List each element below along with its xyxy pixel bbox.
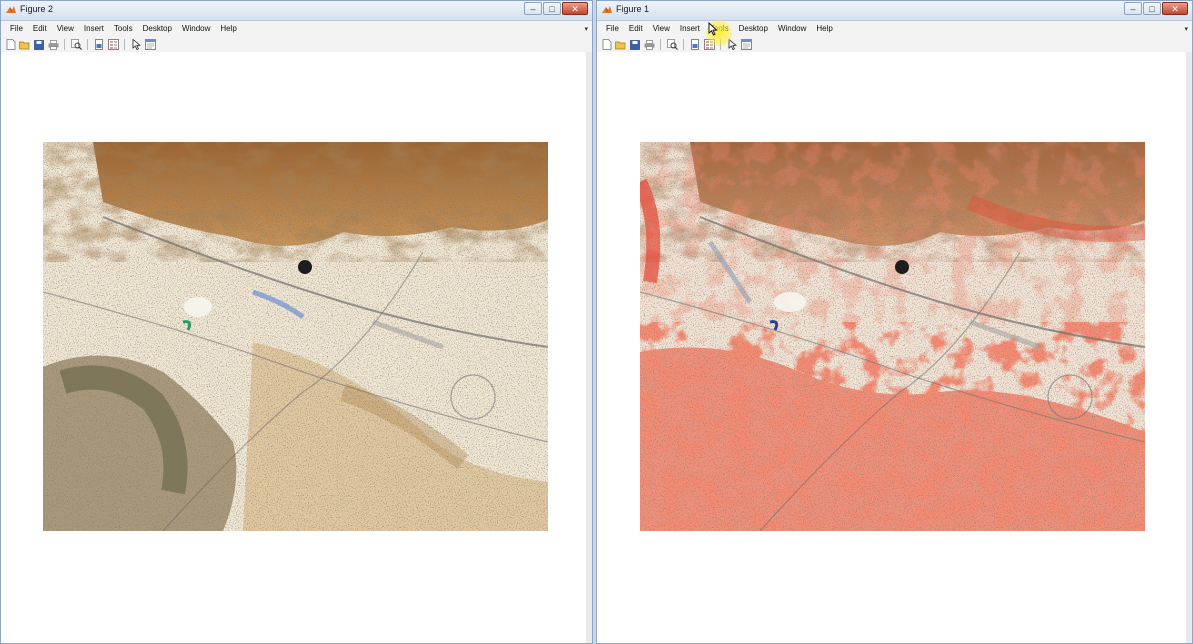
save-icon[interactable] xyxy=(629,39,641,51)
menu-bar: File Edit View Insert Tools Desktop Wind… xyxy=(1,21,592,37)
window-border xyxy=(1186,52,1192,643)
print-icon[interactable] xyxy=(643,39,655,51)
menu-overflow-icon[interactable]: ▾ xyxy=(1184,25,1188,33)
close-button[interactable]: ✕ xyxy=(1162,2,1188,15)
print-preview-icon[interactable] xyxy=(70,39,82,51)
link-plot-icon[interactable] xyxy=(93,39,105,51)
figure-1-window[interactable]: Figure 1 – □ ✕ File Edit View Insert Too… xyxy=(596,0,1193,644)
menu-overflow-icon[interactable]: ▾ xyxy=(584,25,588,33)
minimize-button[interactable]: – xyxy=(1124,2,1142,15)
figure-canvas[interactable] xyxy=(1,52,592,643)
menu-bar: File Edit View Insert Tools Desktop Wind… xyxy=(597,21,1192,37)
figure-canvas[interactable] xyxy=(597,52,1192,643)
satellite-image-false-color xyxy=(640,142,1145,531)
window-title: Figure 1 xyxy=(616,4,650,14)
menu-window[interactable]: Window xyxy=(773,21,811,37)
toolbar-separator xyxy=(64,39,65,50)
menu-edit[interactable]: Edit xyxy=(624,21,648,37)
open-file-icon[interactable] xyxy=(615,39,627,51)
menu-desktop[interactable]: Desktop xyxy=(734,21,773,37)
close-button[interactable]: ✕ xyxy=(562,2,588,15)
property-editor-icon[interactable] xyxy=(144,39,156,51)
menu-tools[interactable]: Tools xyxy=(109,21,138,37)
maximize-button[interactable]: □ xyxy=(543,2,561,15)
menu-desktop[interactable]: Desktop xyxy=(138,21,177,37)
menu-help[interactable]: Help xyxy=(811,21,837,37)
title-bar[interactable]: Figure 1 – □ ✕ xyxy=(597,1,1192,21)
figure-toolbar xyxy=(1,37,592,53)
menu-view[interactable]: View xyxy=(52,21,79,37)
save-icon[interactable] xyxy=(33,39,45,51)
window-title: Figure 2 xyxy=(20,4,54,14)
menu-view[interactable]: View xyxy=(648,21,675,37)
open-file-icon[interactable] xyxy=(19,39,31,51)
menu-file[interactable]: File xyxy=(601,21,624,37)
menu-edit[interactable]: Edit xyxy=(28,21,52,37)
figure-2-window[interactable]: Figure 2 – □ ✕ File Edit View Insert Too… xyxy=(0,0,593,644)
menu-file[interactable]: File xyxy=(5,21,28,37)
menu-insert[interactable]: Insert xyxy=(675,21,705,37)
mouse-cursor-icon xyxy=(708,22,718,36)
link-plot-icon[interactable] xyxy=(689,39,701,51)
matlab-icon xyxy=(6,6,16,13)
satellite-image-true-color xyxy=(43,142,548,531)
matlab-icon xyxy=(602,6,612,13)
property-editor-icon[interactable] xyxy=(740,39,752,51)
new-figure-icon[interactable] xyxy=(601,39,613,51)
menu-insert[interactable]: Insert xyxy=(79,21,109,37)
print-preview-icon[interactable] xyxy=(666,39,678,51)
window-border xyxy=(586,52,592,643)
print-icon[interactable] xyxy=(47,39,59,51)
edit-plot-icon[interactable] xyxy=(130,39,142,51)
title-bar[interactable]: Figure 2 – □ ✕ xyxy=(1,1,592,21)
menu-window[interactable]: Window xyxy=(177,21,215,37)
minimize-button[interactable]: – xyxy=(524,2,542,15)
toolbar-separator xyxy=(683,39,684,50)
toolbar-separator xyxy=(87,39,88,50)
figure-toolbar xyxy=(597,37,1192,53)
toolbar-separator xyxy=(124,39,125,50)
menu-help[interactable]: Help xyxy=(215,21,241,37)
insert-legend-icon[interactable] xyxy=(107,39,119,51)
toolbar-separator xyxy=(660,39,661,50)
new-figure-icon[interactable] xyxy=(5,39,17,51)
maximize-button[interactable]: □ xyxy=(1143,2,1161,15)
